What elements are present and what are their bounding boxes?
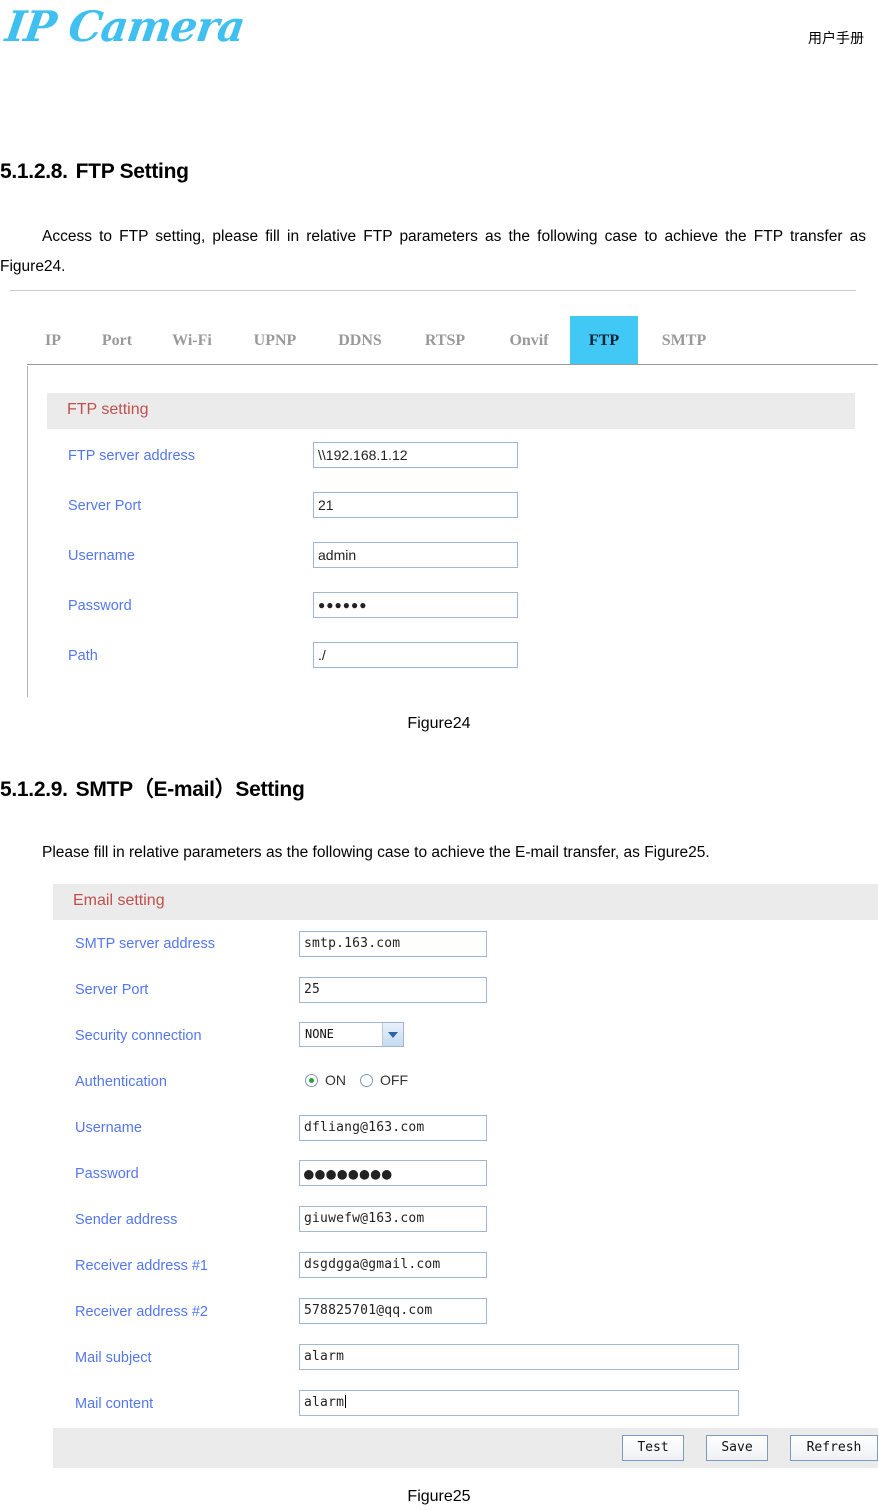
ftp-input-server-port[interactable]: 21 — [313, 492, 518, 518]
email-mail-content-value: alarm — [304, 1395, 345, 1410]
email-label-sender-address: Sender address — [75, 1212, 178, 1228]
tab-ddns[interactable]: DDNS — [324, 316, 396, 365]
ftp-label-username: Username — [68, 548, 135, 564]
chevron-down-icon[interactable] — [382, 1023, 403, 1046]
radio-label-off: OFF — [380, 1072, 408, 1088]
email-select-security-connection[interactable]: NONE — [299, 1022, 404, 1047]
email-input-mail-subject[interactable]: alarm — [299, 1344, 739, 1370]
email-input-receiver-1[interactable]: dsgdgga@gmail.com — [299, 1252, 487, 1278]
divider-line — [10, 290, 856, 291]
email-input-smtp-server[interactable]: smtp.163.com — [299, 931, 487, 957]
tab-wifi[interactable]: Wi-Fi — [158, 316, 226, 365]
ftp-setting-title: FTP setting — [67, 401, 149, 418]
ftp-input-username[interactable]: admin — [313, 542, 518, 568]
email-input-sender-address[interactable]: giuwefw@163.com — [299, 1206, 487, 1232]
email-input-server-port[interactable]: 25 — [299, 977, 487, 1003]
ftp-label-server-address: FTP server address — [68, 448, 196, 464]
tabbar-underline — [27, 364, 878, 365]
network-tabbar: IP Port Wi-Fi UPNP DDNS RTSP Onvif FTP S… — [0, 316, 878, 365]
email-radio-group-authentication: ON OFF — [305, 1072, 422, 1090]
radio-authentication-on[interactable] — [305, 1074, 318, 1087]
user-manual-label: 用户手册 — [808, 31, 864, 47]
ftp-input-path[interactable]: ./ — [313, 642, 518, 668]
section-paragraph-ftp: Access to FTP setting, please fill in re… — [0, 228, 866, 275]
email-label-receiver-2: Receiver address #2 — [75, 1304, 208, 1320]
email-input-mail-content[interactable]: alarm — [299, 1390, 739, 1416]
save-button[interactable]: Save — [706, 1435, 768, 1461]
section-paragraph-smtp: Please fill in relative parameters as th… — [42, 844, 710, 861]
email-setting-bar: Email setting — [53, 884, 878, 920]
tab-rtsp[interactable]: RTSP — [410, 316, 480, 365]
ftp-setting-bar: FTP setting — [47, 393, 855, 429]
radio-label-on: ON — [325, 1072, 346, 1088]
figure-caption-25: Figure25 — [407, 1488, 471, 1505]
email-label-password: Password — [75, 1166, 139, 1182]
page-header: IP Camera 用户手册 — [0, 0, 878, 82]
tab-ip[interactable]: IP — [32, 316, 74, 365]
email-label-receiver-1: Receiver address #1 — [75, 1258, 208, 1274]
ftp-input-server-address[interactable]: \\192.168.1.12 — [313, 442, 518, 468]
section-number: 5.1.2.8. — [0, 160, 68, 183]
tab-onvif[interactable]: Onvif — [496, 316, 562, 365]
figure-caption-24: Figure24 — [407, 715, 471, 732]
email-label-authentication: Authentication — [75, 1074, 167, 1090]
section-heading-ftp: 5.1.2.8. FTP Setting — [0, 160, 189, 184]
email-input-password[interactable]: ●●●●●●●● — [299, 1160, 487, 1186]
ftp-label-path: Path — [68, 648, 98, 664]
email-button-bar: Test Save Refresh — [53, 1428, 878, 1468]
email-label-mail-content: Mail content — [75, 1396, 154, 1412]
email-label-server-port: Server Port — [75, 982, 149, 998]
email-label-security-connection: Security connection — [75, 1028, 202, 1044]
email-label-smtp-server: SMTP server address — [75, 936, 215, 952]
section-title-smtp: SMTP（E-mail）Setting — [75, 778, 305, 801]
ftp-label-server-port: Server Port — [68, 498, 142, 514]
email-label-mail-subject: Mail subject — [75, 1350, 152, 1366]
tab-ftp[interactable]: FTP — [570, 316, 638, 365]
section-heading-smtp: 5.1.2.9. SMTP（E-mail）Setting — [0, 773, 305, 803]
text-caret — [345, 1395, 347, 1408]
email-input-username[interactable]: dfliang@163.com — [299, 1115, 487, 1141]
tab-smtp[interactable]: SMTP — [650, 316, 718, 365]
email-label-username: Username — [75, 1120, 142, 1136]
test-button[interactable]: Test — [622, 1435, 684, 1461]
section-title: FTP Setting — [75, 160, 189, 183]
ftp-label-password: Password — [68, 598, 132, 614]
section-number-smtp: 5.1.2.9. — [0, 778, 68, 801]
refresh-button[interactable]: Refresh — [790, 1435, 878, 1461]
email-input-receiver-2[interactable]: 578825701@qq.com — [299, 1298, 487, 1324]
tab-port[interactable]: Port — [86, 316, 148, 365]
radio-authentication-off[interactable] — [360, 1074, 373, 1087]
ip-camera-logo: IP Camera — [2, 2, 248, 51]
email-select-value: NONE — [305, 1027, 334, 1041]
ftp-input-password[interactable]: ●●●●●● — [313, 592, 518, 618]
tab-upnp[interactable]: UPNP — [240, 316, 310, 365]
ftp-panel-left-border — [27, 366, 28, 697]
email-setting-title: Email setting — [73, 892, 165, 909]
